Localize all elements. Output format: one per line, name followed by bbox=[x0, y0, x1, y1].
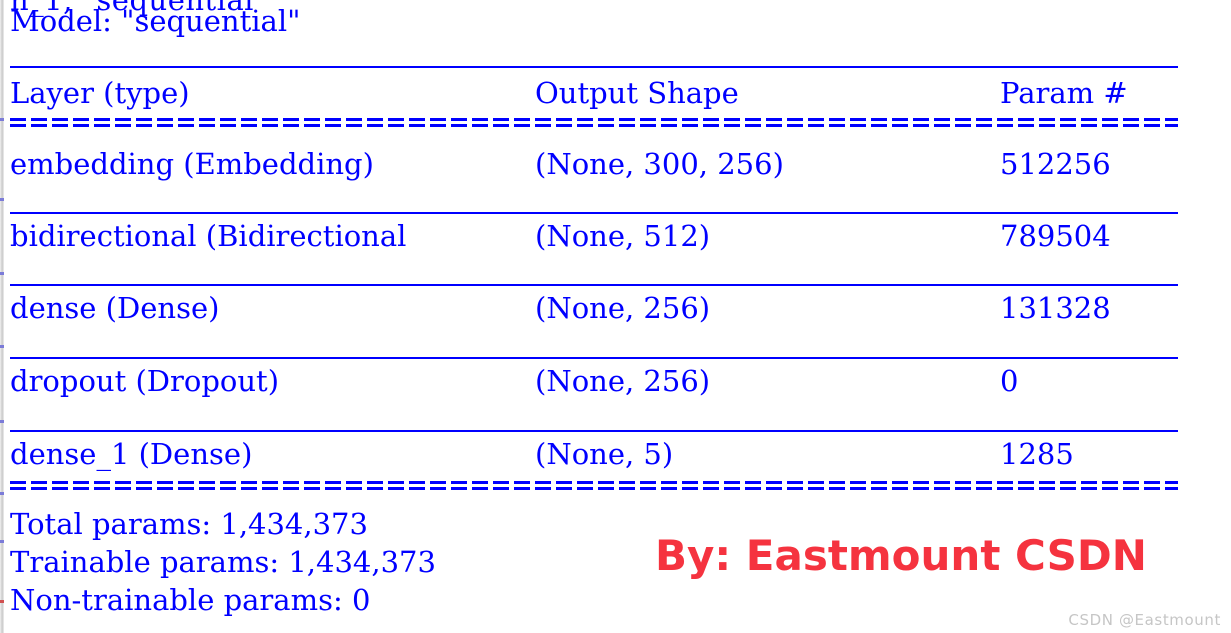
table-row: dropout (Dropout) (None, 256) 0 bbox=[0, 364, 1215, 400]
row-separator-rule bbox=[10, 430, 1178, 432]
row-output-shape: (None, 256) bbox=[535, 364, 711, 398]
row-separator-rule bbox=[10, 212, 1178, 214]
row-param-count: 512256 bbox=[1000, 147, 1111, 181]
row-separator-rule bbox=[10, 284, 1178, 286]
totals-block: Total params: 1,434,373 Trainable params… bbox=[10, 505, 436, 619]
row-layer-name: bidirectional (Bidirectional bbox=[10, 219, 407, 253]
row-output-shape: (None, 300, 256) bbox=[535, 147, 784, 181]
header-layer-type: Layer (type) bbox=[10, 76, 190, 110]
gutter-tick bbox=[0, 600, 4, 603]
row-output-shape: (None, 5) bbox=[535, 437, 674, 471]
table-row: bidirectional (Bidirectional (None, 512)… bbox=[0, 219, 1215, 255]
header-param-count: Param # bbox=[1000, 76, 1128, 110]
row-param-count: 1285 bbox=[1000, 437, 1074, 471]
gutter-tick bbox=[0, 345, 4, 348]
gutter-tick bbox=[0, 492, 4, 495]
header-equals-rule bbox=[10, 118, 1178, 127]
table-row: dense_1 (Dense) (None, 5) 1285 bbox=[0, 437, 1215, 473]
row-output-shape: (None, 256) bbox=[535, 291, 711, 325]
model-title: Model: "sequential" bbox=[10, 4, 301, 38]
row-layer-name: dense_1 (Dense) bbox=[10, 437, 253, 471]
non-trainable-params-line: Non-trainable params: 0 bbox=[10, 583, 371, 617]
gutter-tick bbox=[0, 118, 4, 121]
total-params-line: Total params: 1,434,373 bbox=[10, 507, 368, 541]
row-layer-name: dropout (Dropout) bbox=[10, 364, 280, 398]
gutter-tick bbox=[0, 198, 4, 201]
gutter-tick bbox=[0, 420, 4, 423]
row-layer-name: embedding (Embedding) bbox=[10, 147, 374, 181]
gutter-tick bbox=[0, 540, 4, 543]
table-row: dense (Dense) (None, 256) 131328 bbox=[0, 291, 1215, 327]
row-param-count: 131328 bbox=[1000, 291, 1111, 325]
author-byline: By: Eastmount CSDN bbox=[655, 531, 1147, 580]
csdn-watermark: CSDN @Eastmount bbox=[1068, 611, 1221, 629]
row-layer-name: dense (Dense) bbox=[10, 291, 220, 325]
row-param-count: 789504 bbox=[1000, 219, 1111, 253]
header-top-rule bbox=[10, 66, 1178, 68]
table-header-row: Layer (type) Output Shape Param # bbox=[0, 76, 1215, 112]
table-row: embedding (Embedding) (None, 300, 256) 5… bbox=[0, 147, 1215, 183]
trainable-params-line: Trainable params: 1,434,373 bbox=[10, 545, 436, 579]
row-output-shape: (None, 512) bbox=[535, 219, 711, 253]
gutter-tick bbox=[0, 272, 4, 275]
header-output-shape: Output Shape bbox=[535, 76, 739, 110]
row-separator-rule bbox=[10, 357, 1178, 359]
table-footer-equals-rule bbox=[10, 481, 1178, 490]
row-param-count: 0 bbox=[1000, 364, 1019, 398]
screenshot-root: n_1, "sequential" Model: "sequential" La… bbox=[0, 0, 1231, 633]
